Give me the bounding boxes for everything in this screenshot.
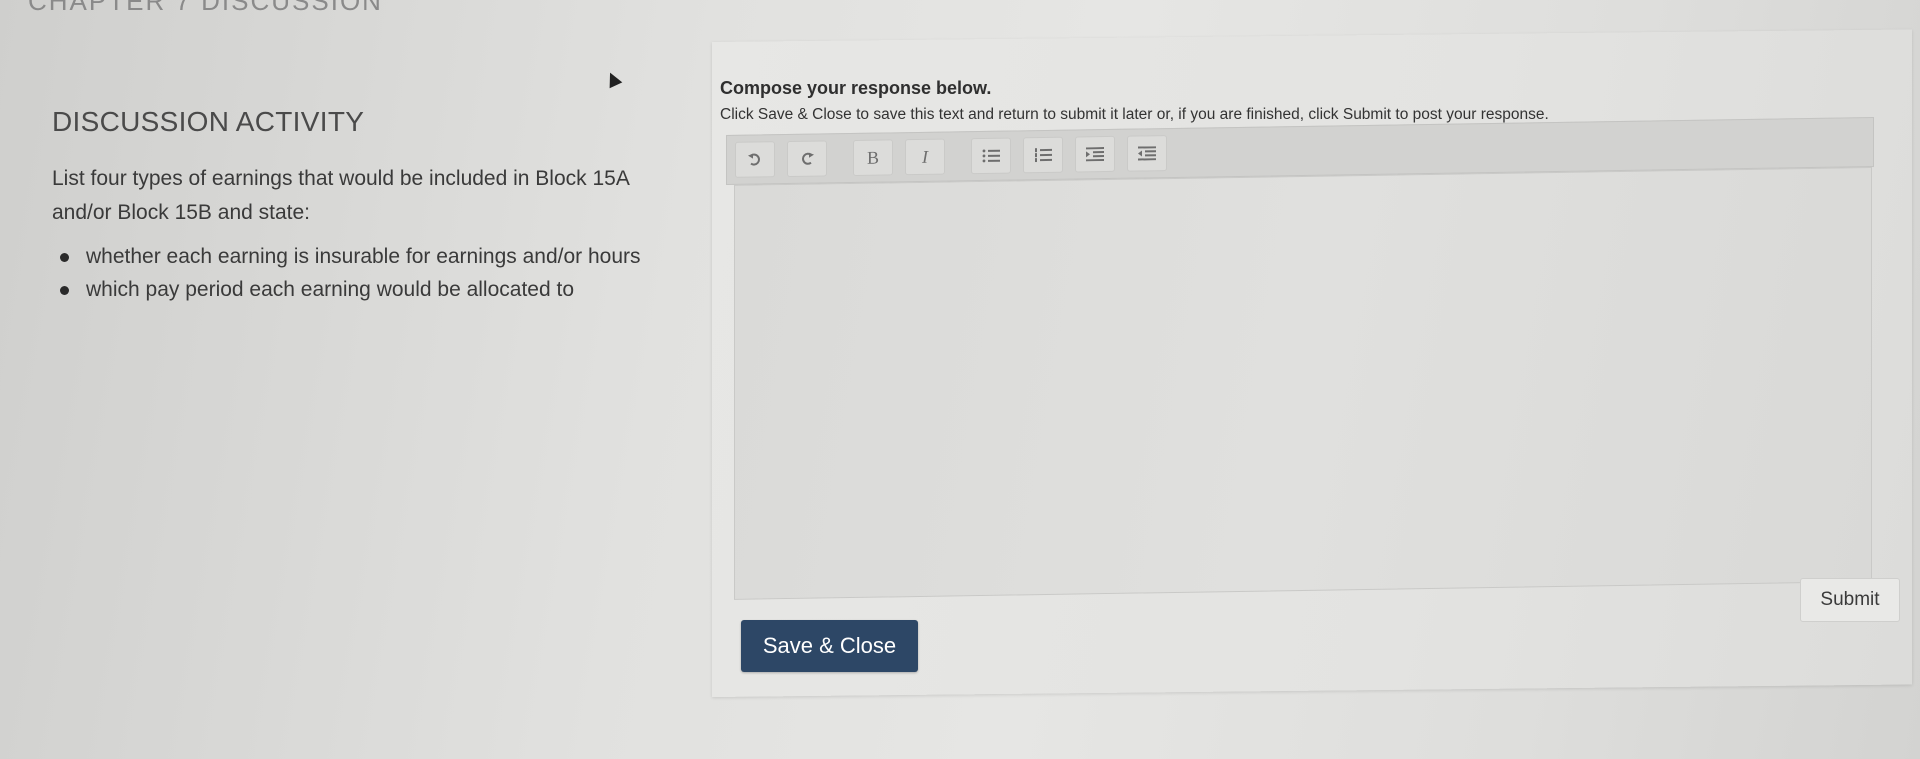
activity-prompt: List four types of earnings that would b… xyxy=(52,167,629,224)
italic-icon[interactable]: I xyxy=(905,138,945,176)
bold-icon[interactable]: B xyxy=(853,139,893,177)
outdent-icon[interactable] xyxy=(1127,135,1167,172)
redo-icon[interactable] xyxy=(787,140,827,178)
list-item: whether each earning is insurable for ea… xyxy=(52,240,672,273)
list-item: which pay period each earning would be a… xyxy=(52,273,672,306)
chapter-title: CHAPTER 7 DISCUSSION xyxy=(28,0,383,16)
activity-bullet-list: whether each earning is insurable for ea… xyxy=(52,240,672,306)
compose-instructions: Click Save & Close to save this text and… xyxy=(720,106,1549,123)
bulleted-list-icon[interactable] xyxy=(971,137,1011,175)
rich-text-editor: B I xyxy=(726,116,1874,600)
activity-title: DISCUSSION ACTIVITY xyxy=(52,106,365,137)
mouse-pointer-icon xyxy=(603,69,623,89)
numbered-list-icon[interactable] xyxy=(1023,136,1063,174)
undo-icon[interactable] xyxy=(735,141,775,178)
save-close-button[interactable]: Save & Close xyxy=(741,620,918,672)
response-text-area[interactable] xyxy=(734,166,1872,600)
compose-heading: Compose your response below. xyxy=(720,78,992,98)
indent-icon[interactable] xyxy=(1075,135,1115,173)
submit-button[interactable]: Submit xyxy=(1800,578,1900,622)
